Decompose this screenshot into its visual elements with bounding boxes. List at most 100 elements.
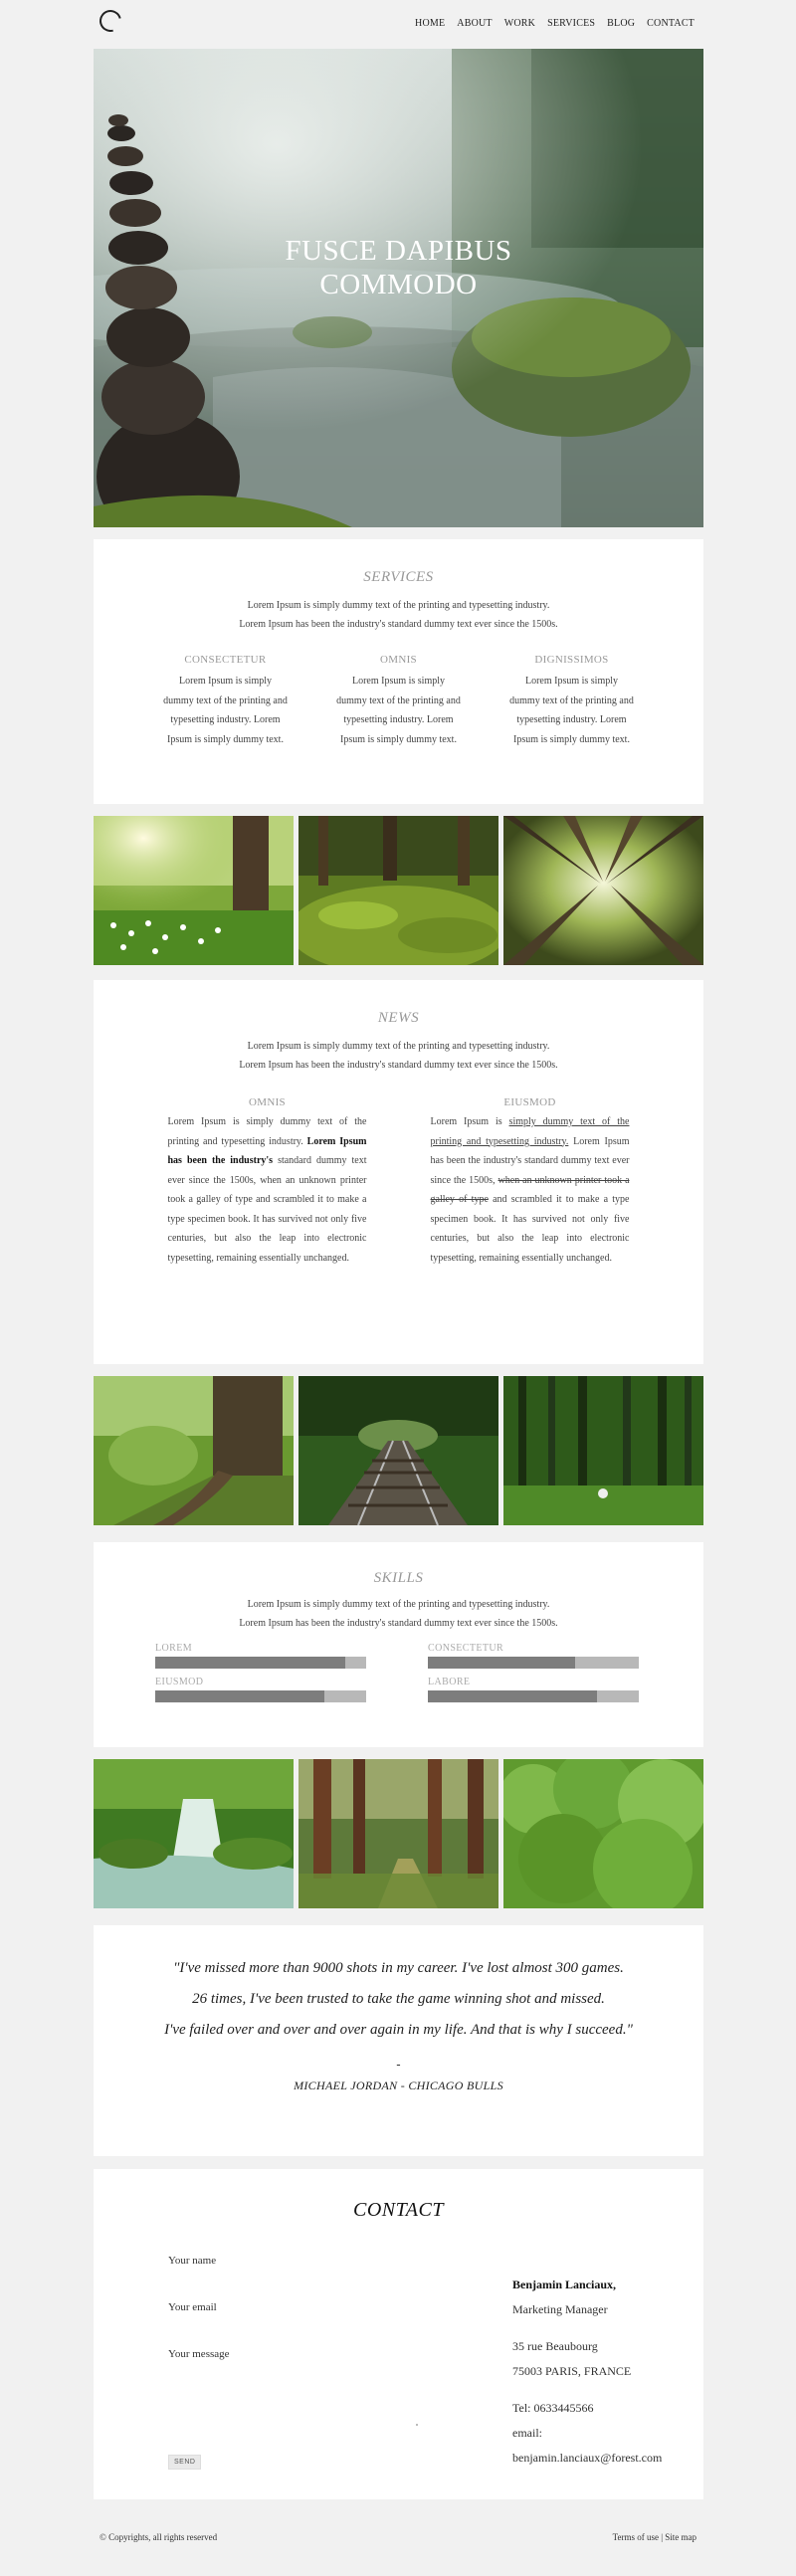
nav-blog[interactable]: BLOG [607, 18, 635, 29]
news-lead: Lorem Ipsum is simply dummy text of the … [94, 1037, 703, 1075]
skill-label: EIUSMOD [155, 1677, 204, 1687]
contact-section: CONTACT Your name Your email Your messag… [94, 2169, 703, 2499]
footer-separator: | [661, 2532, 663, 2542]
services-lead: Lorem Ipsum is simply dummy text of the … [94, 596, 703, 634]
skill-bar-fill [155, 1690, 324, 1702]
skill-label: LABORE [428, 1677, 471, 1687]
skill-bar-fill [428, 1690, 597, 1702]
contact-email[interactable]: benjamin.lanciaux@forest.com [512, 2446, 692, 2471]
gallery-image-deep-forest[interactable] [503, 1376, 703, 1525]
skill-label: CONSECTETUR [428, 1643, 504, 1654]
sitemap-link[interactable]: Site map [665, 2532, 696, 2542]
quote-text: "I've missed more than 9000 shots in my … [94, 1953, 703, 2046]
skill-item: LABORE [428, 1677, 639, 1702]
contact-role: Marketing Manager [512, 2302, 608, 2316]
hero-title-line2: COMMODO [319, 269, 478, 300]
contact-title: CONTACT [353, 2199, 444, 2221]
quote-line: I've failed over and over and over again… [164, 2022, 633, 2038]
skills-grid: LOREM CONSECTETUR EIUSMOD LABORE [94, 1643, 703, 1722]
site-footer: © Copyrights, all rights reserved Terms … [100, 2532, 696, 2542]
news-text-part: Lorem Ipsum is [430, 1116, 502, 1127]
quote-line: 26 times, I've been trusted to take the … [192, 1991, 605, 2007]
service-column: CONSECTETUR Lorem Ipsum is simply dummy … [163, 654, 289, 749]
services-lead-line2: Lorem Ipsum has been the industry's stan… [239, 619, 558, 630]
gallery-image-waterfall[interactable] [94, 1759, 294, 1908]
services-columns: CONSECTETUR Lorem Ipsum is simply dummy … [94, 654, 703, 749]
skill-item: LOREM [155, 1643, 366, 1669]
gallery-image-meadow[interactable] [94, 816, 294, 965]
news-lead-line2: Lorem Ipsum has been the industry's stan… [239, 1060, 558, 1071]
contact-city: 75003 PARIS, FRANCE [512, 2364, 632, 2378]
nav-services[interactable]: SERVICES [547, 18, 595, 29]
send-button[interactable]: SEND [168, 2455, 202, 2470]
skill-item: EIUSMOD [155, 1677, 366, 1702]
gallery-image-green-trees[interactable] [503, 1759, 703, 1908]
quote-line: "I've missed more than 9000 shots in my … [173, 1960, 624, 1976]
news-heading: OMNIS [249, 1096, 286, 1108]
news-text: Lorem Ipsum is simply dummy text of the … [168, 1112, 367, 1268]
message-field[interactable]: Your message [168, 2348, 407, 2395]
news-columns: OMNIS Lorem Ipsum is simply dummy text o… [94, 1096, 703, 1268]
news-column: OMNIS Lorem Ipsum is simply dummy text o… [168, 1096, 367, 1268]
terms-link[interactable]: Terms of use [613, 2532, 659, 2542]
nav-home[interactable]: HOME [415, 18, 445, 29]
name-field[interactable]: Your name [168, 2255, 407, 2301]
gallery-row-1 [94, 816, 703, 965]
skill-bar [155, 1690, 366, 1702]
contact-name: Benjamin Lanciaux, [512, 2278, 617, 2291]
gallery-image-railway[interactable] [298, 1376, 498, 1525]
service-column: OMNIS Lorem Ipsum is simply dummy text o… [336, 654, 462, 749]
logo-icon[interactable] [95, 5, 126, 37]
news-title: NEWS [377, 1010, 420, 1026]
copyright-text: © Copyrights, all rights reserved [100, 2532, 218, 2542]
quote-author: MICHAEL JORDAN - CHICAGO BULLS [94, 2079, 703, 2093]
services-section: SERVICES Lorem Ipsum is simply dummy tex… [94, 539, 703, 804]
skill-item: CONSECTETUR [428, 1643, 639, 1669]
contact-email-label: email: [512, 2426, 542, 2440]
contact-street: 35 rue Beaubourg [512, 2339, 598, 2353]
skills-lead-line2: Lorem Ipsum has been the industry's stan… [239, 1618, 558, 1629]
news-column: EIUSMOD Lorem Ipsum is simply dummy text… [431, 1096, 630, 1268]
skill-bar [428, 1690, 639, 1702]
main-nav: HOME ABOUT WORK SERVICES BLOG CONTACT [415, 18, 695, 29]
site-header: HOME ABOUT WORK SERVICES BLOG CONTACT [0, 0, 796, 48]
gallery-row-3 [94, 1759, 703, 1908]
gallery-row-2 [94, 1376, 703, 1525]
news-text-part: standard dummy text ever since the 1500s… [167, 1155, 367, 1264]
gallery-image-roots[interactable] [94, 1376, 294, 1525]
hero-banner: FUSCE DAPIBUS COMMODO [94, 49, 703, 527]
contact-tel: Tel: 0633445566 [512, 2401, 594, 2415]
nav-contact[interactable]: CONTACT [647, 18, 695, 29]
skills-lead: Lorem Ipsum is simply dummy text of the … [94, 1595, 703, 1633]
service-heading: OMNIS [380, 654, 417, 666]
news-heading: EIUSMOD [503, 1096, 556, 1108]
news-section: NEWS Lorem Ipsum is simply dummy text of… [94, 980, 703, 1364]
contact-card: Benjamin Lanciaux, Marketing Manager 35 … [512, 2273, 692, 2471]
hero-title-line1: FUSCE DAPIBUS [285, 235, 512, 267]
gallery-image-redwoods[interactable] [298, 1759, 498, 1908]
service-heading: DIGNISSIMOS [534, 654, 609, 666]
gallery-image-moss[interactable] [298, 816, 498, 965]
skills-title: SKILLS [373, 1570, 424, 1586]
contact-form: Your name Your email Your message [168, 2255, 407, 2395]
services-lead-line1: Lorem Ipsum is simply dummy text of the … [247, 600, 550, 611]
skill-label: LOREM [155, 1643, 192, 1654]
skill-bar-fill [428, 1657, 576, 1669]
skill-bar [428, 1657, 639, 1669]
quote-section: "I've missed more than 9000 shots in my … [94, 1925, 703, 2156]
service-text: Lorem Ipsum is simply dummy text of the … [163, 676, 288, 745]
skill-bar-fill [155, 1657, 345, 1669]
quote-dash: - [396, 2058, 401, 2073]
quote-author-team: CHICAGO BULLS [408, 2079, 503, 2092]
quote-author-name: MICHAEL JORDAN - [294, 2079, 405, 2092]
service-text: Lorem Ipsum is simply dummy text of the … [509, 676, 634, 745]
email-field[interactable]: Your email [168, 2301, 407, 2348]
nav-about[interactable]: ABOUT [457, 18, 492, 29]
gallery-image-canopy[interactable] [503, 816, 703, 965]
skills-lead-line1: Lorem Ipsum is simply dummy text of the … [247, 1599, 550, 1610]
nav-work[interactable]: WORK [504, 18, 535, 29]
service-column: DIGNISSIMOS Lorem Ipsum is simply dummy … [509, 654, 635, 749]
service-text: Lorem Ipsum is simply dummy text of the … [336, 676, 461, 745]
news-text: Lorem Ipsum is simply dummy text of the … [431, 1112, 630, 1268]
skills-section: SKILLS Lorem Ipsum is simply dummy text … [94, 1542, 703, 1747]
